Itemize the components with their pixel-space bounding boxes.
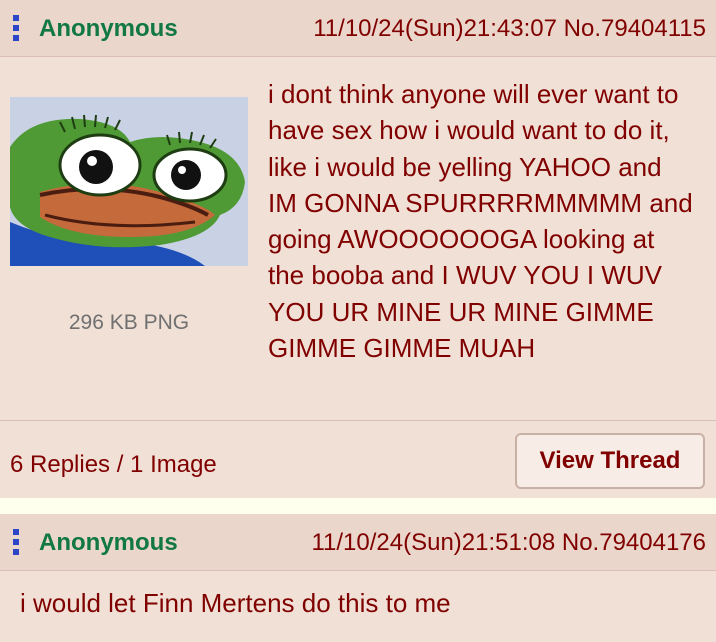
vertical-dots-icon[interactable] xyxy=(12,14,20,42)
reply-post: Anonymous 11/10/24(Sun)21:51:08 No.79404… xyxy=(0,514,716,642)
post-datetime-number[interactable]: 11/10/24(Sun)21:43:07 No.79404115 xyxy=(313,15,706,43)
thread-op-post: Anonymous 11/10/24(Sun)21:43:07 No.79404… xyxy=(0,0,716,498)
post-comment: i dont think anyone will ever want to ha… xyxy=(20,76,696,366)
post-comment-text: i would let Finn Mertens do this to me xyxy=(20,588,451,618)
post-header: Anonymous 11/10/24(Sun)21:43:07 No.79404… xyxy=(0,0,716,57)
poster-name: Anonymous xyxy=(39,529,178,556)
post-datetime-number[interactable]: 11/10/24(Sun)21:51:08 No.79404176 xyxy=(311,529,706,557)
view-thread-button[interactable]: View Thread xyxy=(515,433,705,489)
post-comment-text: i dont think anyone will ever want to ha… xyxy=(268,79,693,364)
post-header: Anonymous 11/10/24(Sun)21:51:08 No.79404… xyxy=(0,514,716,571)
replies-summary: 6 Replies / 1 Image xyxy=(10,451,217,478)
poster-name: Anonymous xyxy=(39,15,178,42)
vertical-dots-icon[interactable] xyxy=(12,528,20,556)
post-footer: 6 Replies / 1 Image View Thread xyxy=(0,420,716,499)
